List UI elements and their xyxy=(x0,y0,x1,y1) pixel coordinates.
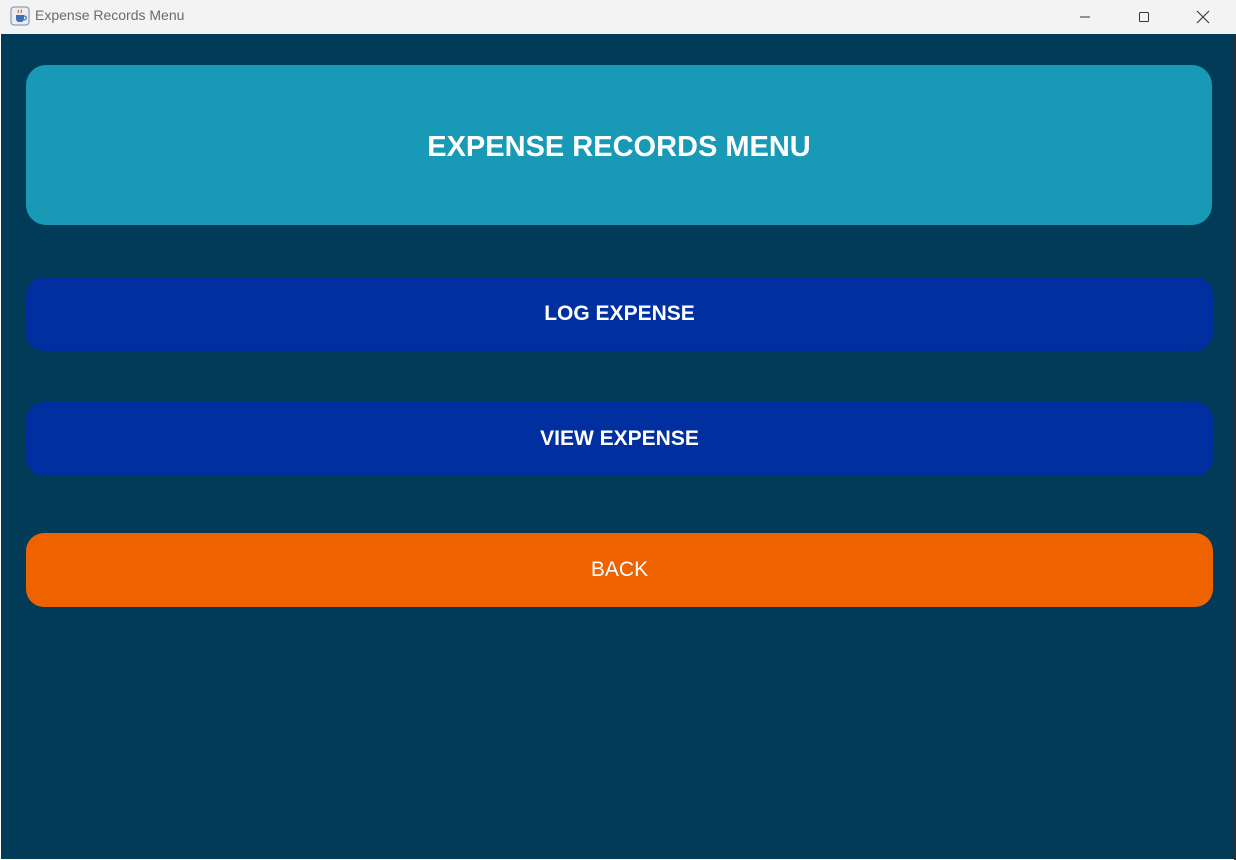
page-title: EXPENSE RECORDS MENU xyxy=(427,130,811,163)
close-window-button[interactable] xyxy=(1174,0,1232,34)
window-titlebar[interactable]: Expense Records Menu xyxy=(0,0,1236,34)
java-cup-icon xyxy=(10,6,30,26)
minimize-button[interactable] xyxy=(1056,0,1114,34)
minimize-icon xyxy=(1080,16,1090,18)
window-title: Expense Records Menu xyxy=(35,7,185,23)
view-expense-button[interactable]: VIEW EXPENSE xyxy=(26,402,1213,476)
header-panel: EXPENSE RECORDS MENU xyxy=(26,65,1212,225)
window-content: EXPENSE RECORDS MENU LOG EXPENSE VIEW EX… xyxy=(1,34,1234,859)
back-button[interactable]: BACK xyxy=(26,533,1213,607)
log-expense-button[interactable]: LOG EXPENSE xyxy=(26,277,1213,351)
maximize-button[interactable] xyxy=(1115,0,1173,34)
maximize-icon xyxy=(1139,12,1149,22)
close-icon xyxy=(1196,10,1210,24)
